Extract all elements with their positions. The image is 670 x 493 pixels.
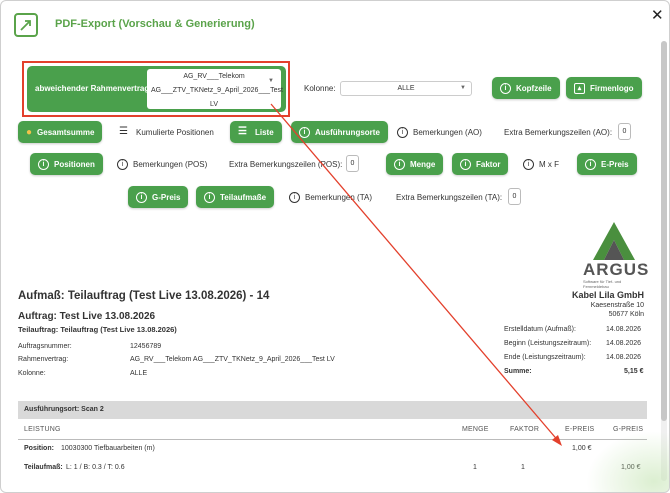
pdf-export-dialog: PDF-Export (Vorschau & Generierung) ✕ ab…: [0, 0, 670, 493]
annotation-arrow: [270, 103, 562, 446]
